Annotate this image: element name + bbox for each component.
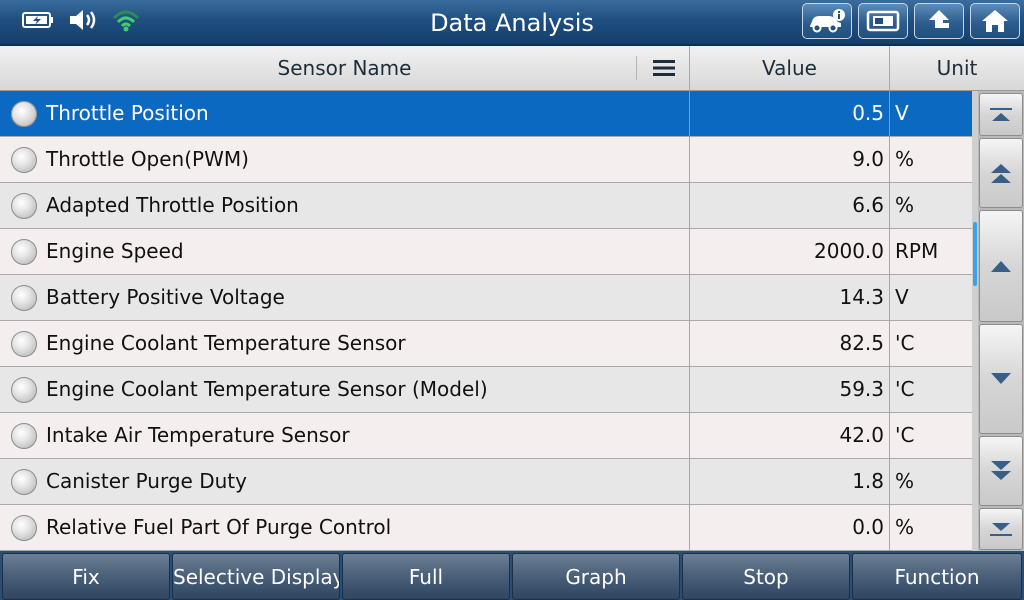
column-divider <box>889 183 890 229</box>
table-row[interactable]: Relative Fuel Part Of Purge Control 0.0% <box>0 505 972 551</box>
sensor-unit: 'C <box>895 377 915 401</box>
scroll-down-button[interactable] <box>979 324 1023 434</box>
column-divider <box>889 137 890 183</box>
chevron-down-icon <box>991 373 1011 384</box>
title-bar: Data Analysis <box>0 0 1024 46</box>
function-button[interactable]: Function <box>852 553 1022 600</box>
scroll-top-button[interactable] <box>979 93 1023 136</box>
column-divider <box>889 321 890 367</box>
sensor-name: Battery Positive Voltage <box>46 285 285 309</box>
sensor-unit: 'C <box>895 331 915 355</box>
scroll-top-icon <box>990 107 1012 121</box>
row-radio-icon[interactable] <box>11 377 37 403</box>
home-button[interactable] <box>970 3 1020 39</box>
sensor-unit: % <box>895 193 915 217</box>
table-row[interactable]: Throttle Position 0.5 V <box>0 91 972 137</box>
column-header-sensor-name[interactable]: Sensor Name <box>0 46 689 90</box>
column-menu-icon[interactable] <box>652 58 676 78</box>
sensor-name: Engine Speed <box>46 239 184 263</box>
sensor-name: Throttle Position <box>46 101 209 125</box>
sensor-value: 42.0 <box>839 423 884 447</box>
graph-button[interactable]: Graph <box>512 553 680 600</box>
column-divider <box>889 505 890 551</box>
column-header-value[interactable]: Value <box>690 46 889 90</box>
column-divider <box>889 275 890 321</box>
footer-toolbar: Fix Selective Display Full Graph Stop Fu… <box>0 551 1024 600</box>
table-header: Sensor Name Value Unit <box>0 46 1024 91</box>
sensor-value: 59.3 <box>839 377 884 401</box>
back-button[interactable] <box>914 3 964 39</box>
table-row[interactable]: Intake Air Temperature Sensor 42.0 'C <box>0 413 972 459</box>
scroll-indicator[interactable] <box>973 222 977 286</box>
home-icon <box>982 10 1008 32</box>
row-radio-icon[interactable] <box>11 239 37 265</box>
column-divider <box>889 459 890 505</box>
fix-button[interactable]: Fix <box>2 553 170 600</box>
table-row[interactable]: Engine Coolant Temperature Sensor 82.5 'C <box>0 321 972 367</box>
table-row[interactable]: Engine Speed 2000.0 RPM <box>0 229 972 275</box>
sensor-name: Engine Coolant Temperature Sensor (Model… <box>46 377 488 401</box>
sensor-value: 6.6 <box>852 193 884 217</box>
scroll-bottom-icon <box>990 523 1012 536</box>
sensor-unit: % <box>895 469 915 493</box>
column-header-unit[interactable]: Unit <box>890 46 1024 90</box>
column-divider <box>889 367 890 413</box>
sensor-name: Intake Air Temperature Sensor <box>46 423 350 447</box>
table-row[interactable]: Battery Positive Voltage 14.3 V <box>0 275 972 321</box>
column-divider <box>889 413 890 459</box>
row-radio-icon[interactable] <box>11 147 37 173</box>
sensor-name: Canister Purge Duty <box>46 469 247 493</box>
sensor-unit: V <box>895 285 909 309</box>
full-button[interactable]: Full <box>342 553 510 600</box>
sensor-unit: RPM <box>895 239 939 263</box>
sensor-name: Relative Fuel Part Of Purge Control <box>46 515 392 539</box>
sensor-unit: V <box>895 101 909 125</box>
selective-display-button[interactable]: Selective Display <box>172 553 340 600</box>
sensor-name: Adapted Throttle Position <box>46 193 299 217</box>
car-info-icon <box>810 9 845 33</box>
up-arrow-icon <box>929 10 949 28</box>
sensor-name: Engine Coolant Temperature Sensor <box>46 331 406 355</box>
sensor-value: 2000.0 <box>814 239 884 263</box>
sensor-unit: % <box>895 147 915 171</box>
sensor-value: 9.0 <box>852 147 884 171</box>
table-row[interactable]: Engine Coolant Temperature Sensor (Model… <box>0 367 972 413</box>
sensor-table: Throttle Position 0.5 V Throttle Open(PWM) 9… <box>0 91 972 551</box>
column-divider <box>889 229 890 275</box>
sensor-name: Throttle Open(PWM) <box>46 147 249 171</box>
table-row[interactable]: Canister Purge Duty 1.8% <box>0 459 972 505</box>
sensor-unit: 'C <box>895 423 915 447</box>
sensor-value: 82.5 <box>839 331 884 355</box>
nav-buttons <box>802 3 1020 39</box>
row-radio-icon[interactable] <box>11 193 37 219</box>
print-button[interactable] <box>858 3 908 39</box>
row-radio-icon[interactable] <box>11 101 37 127</box>
page-up-button[interactable] <box>979 138 1023 208</box>
table-row[interactable]: Adapted Throttle Position 6.6% <box>0 183 972 229</box>
header-divider <box>636 56 637 80</box>
scroll-controls <box>978 91 1024 551</box>
row-radio-icon[interactable] <box>11 515 37 541</box>
sensor-value: 14.3 <box>839 285 884 309</box>
scroll-up-button[interactable] <box>979 210 1023 322</box>
chevron-up-icon <box>991 261 1011 272</box>
printer-icon <box>866 10 900 32</box>
sensor-unit: % <box>895 515 915 539</box>
double-chevron-down-icon <box>991 461 1011 480</box>
double-chevron-up-icon <box>991 164 1011 183</box>
scroll-bottom-button[interactable] <box>979 508 1023 550</box>
page-down-button[interactable] <box>979 436 1023 506</box>
vehicle-info-button[interactable] <box>802 3 852 39</box>
row-radio-icon[interactable] <box>11 331 37 357</box>
sensor-value: 1.8 <box>852 469 884 493</box>
stop-button[interactable]: Stop <box>682 553 850 600</box>
table-row[interactable]: Throttle Open(PWM) 9.0% <box>0 137 972 183</box>
row-radio-icon[interactable] <box>11 423 37 449</box>
row-radio-icon[interactable] <box>11 469 37 495</box>
sensor-value: 0.5 <box>852 101 884 125</box>
column-divider <box>889 91 890 137</box>
sensor-value: 0.0 <box>852 515 884 539</box>
row-radio-icon[interactable] <box>11 285 37 311</box>
